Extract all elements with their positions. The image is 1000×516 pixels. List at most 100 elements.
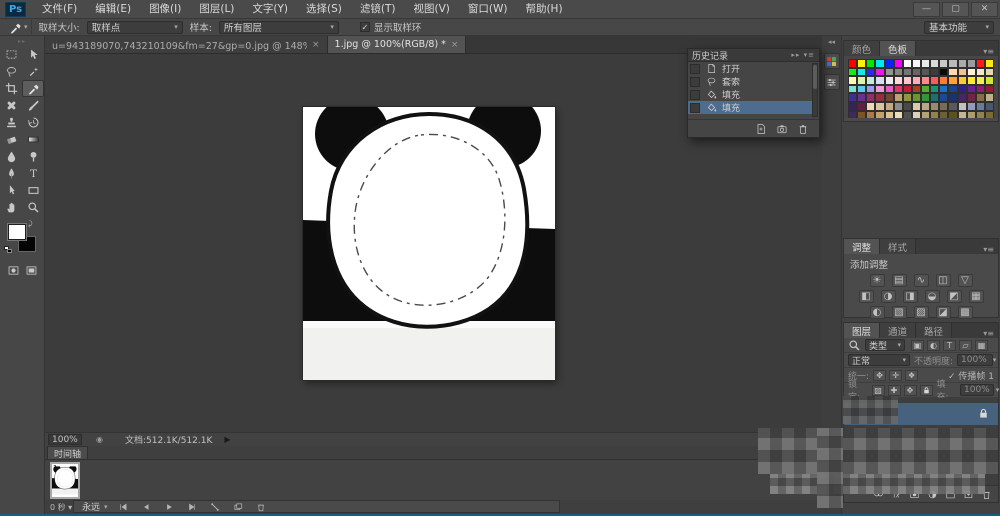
- swatch-#c2b892[interactable]: [958, 111, 967, 118]
- swatch-#9c9c9c[interactable]: [967, 59, 976, 68]
- swatch-#c2c2c2[interactable]: [958, 102, 967, 111]
- tab-styles[interactable]: 样式: [880, 239, 916, 254]
- workspace-select[interactable]: 基本功能 ▾: [924, 21, 994, 34]
- maximize-button[interactable]: ▢: [942, 2, 969, 17]
- swatch-#949494[interactable]: [885, 68, 894, 77]
- blend-mode-select[interactable]: 正常 ▾: [848, 354, 910, 366]
- swatch-#ffc4cf[interactable]: [903, 76, 912, 85]
- tween-icon[interactable]: [210, 502, 220, 512]
- adjustment-icon-1-3[interactable]: ◒: [925, 290, 940, 303]
- swatch-#704830[interactable]: [885, 93, 894, 102]
- move-tool[interactable]: [22, 46, 44, 63]
- snapshot-icon[interactable]: [776, 123, 788, 135]
- history-item-套索-1[interactable]: 套索: [688, 75, 812, 88]
- foreground-color-swatch[interactable]: [8, 224, 26, 240]
- swatch-#edc390[interactable]: [958, 68, 967, 77]
- swatch-#482470[interactable]: [958, 93, 967, 102]
- swatch-#858585[interactable]: [894, 68, 903, 77]
- timeline-tab[interactable]: 时间轴: [47, 446, 88, 459]
- opacity-field[interactable]: 100% ▾: [957, 354, 993, 366]
- adjustment-icon-1-2[interactable]: ◨: [903, 290, 918, 303]
- swatch-#6b2e94[interactable]: [857, 93, 866, 102]
- tab-color[interactable]: 颜色: [844, 41, 880, 56]
- adjustment-icon-1-5[interactable]: ▦: [969, 290, 984, 303]
- menu-item-4[interactable]: 文字(Y): [243, 0, 297, 18]
- swatch-#8a6b48[interactable]: [976, 93, 985, 102]
- swatch-#ec9cd6[interactable]: [875, 85, 884, 94]
- clone-stamp-tool[interactable]: [0, 114, 22, 131]
- tab-layers[interactable]: 图层: [844, 323, 880, 338]
- swatch-#f5e8c9[interactable]: [976, 68, 985, 77]
- swatch-#1d7070[interactable]: [930, 93, 939, 102]
- dodge-tool[interactable]: [22, 148, 44, 165]
- swatch-#fff3d6[interactable]: [967, 68, 976, 77]
- swatch-#ffffff[interactable]: [903, 59, 912, 68]
- swatch-#59a833[interactable]: [921, 85, 930, 94]
- unify-icon-0[interactable]: ✥: [873, 370, 886, 381]
- collapse-panel-icon[interactable]: ▸▸ ▾≡: [791, 51, 815, 59]
- swatch-#942e6b[interactable]: [866, 93, 875, 102]
- tab-paths[interactable]: 路径: [916, 323, 952, 338]
- status-arrow-icon[interactable]: ▶: [224, 435, 230, 444]
- next-frame-icon[interactable]: [187, 502, 197, 512]
- shape-tool[interactable]: [22, 182, 44, 199]
- adjustment-icon-1-1[interactable]: ◑: [881, 290, 896, 303]
- layer-filter-icon-3[interactable]: ▱: [959, 340, 972, 351]
- swatch-#ff5959[interactable]: [930, 76, 939, 85]
- tab-adjustments[interactable]: 调整: [844, 239, 880, 254]
- swatch-#d9cca8[interactable]: [912, 102, 921, 111]
- swatch-#402a5c[interactable]: [848, 111, 857, 118]
- new-doc-icon[interactable]: [755, 123, 767, 135]
- swatch-#6b1d91[interactable]: [967, 85, 976, 94]
- swatch-#8c8c8c[interactable]: [894, 102, 903, 111]
- swatch-#6b9433[interactable]: [912, 93, 921, 102]
- panel-menu-icon[interactable]: ▾≡: [983, 47, 998, 56]
- play-icon[interactable]: [164, 502, 174, 512]
- history-item-打开-0[interactable]: 打开: [688, 62, 812, 75]
- tools-panel-grip[interactable]: ▸▸: [0, 36, 44, 46]
- swatch-#0b24f5[interactable]: [885, 59, 894, 68]
- swatch-#ffabbc[interactable]: [912, 76, 921, 85]
- swatch-#00e800[interactable]: [866, 59, 875, 68]
- adjustment-icon-0-1[interactable]: ▤: [892, 274, 907, 287]
- layer-filter-icon-2[interactable]: T: [943, 340, 956, 351]
- swatch-#2a2af5[interactable]: [866, 68, 875, 77]
- duplicate-frame-icon[interactable]: [233, 502, 243, 512]
- swatch-#33943d[interactable]: [921, 93, 930, 102]
- swatch-#595959[interactable]: [948, 102, 957, 111]
- layer-filter-icon-0[interactable]: ▣: [911, 340, 924, 351]
- show-sampling-ring-checkbox[interactable]: ✓: [360, 22, 370, 32]
- swatch-#f500f5[interactable]: [894, 59, 903, 68]
- path-selection-tool[interactable]: [0, 182, 22, 199]
- menu-item-6[interactable]: 滤镜(T): [351, 0, 405, 18]
- prev-frame-icon[interactable]: [141, 502, 151, 512]
- swatch-#942e40[interactable]: [875, 93, 884, 102]
- swatch-#612040[interactable]: [857, 102, 866, 111]
- history-snapshot-box[interactable]: [690, 64, 700, 74]
- swatch-#ff1a1a[interactable]: [976, 59, 985, 68]
- frame-delay-select[interactable]: 0 秒 ▾: [50, 502, 72, 513]
- menu-item-8[interactable]: 窗口(W): [459, 0, 517, 18]
- adjustment-icon-1-0[interactable]: ◧: [859, 290, 874, 303]
- swatch-#ff0000[interactable]: [848, 59, 857, 68]
- swatch-#e03369[interactable]: [894, 85, 903, 94]
- swatch-#ffa433[interactable]: [948, 76, 957, 85]
- swatch-#7a6b54[interactable]: [939, 102, 948, 111]
- swatch-#ffd9dc[interactable]: [894, 76, 903, 85]
- gradient-tool[interactable]: [22, 131, 44, 148]
- swatch-#4a4a4a[interactable]: [903, 102, 912, 111]
- swatch-#1d9170[interactable]: [930, 85, 939, 94]
- swatch-#f7f7f7[interactable]: [912, 59, 921, 68]
- swatch-#a8401d[interactable]: [912, 85, 921, 94]
- swatch-#6b7a9c[interactable]: [976, 102, 985, 111]
- swatch-#dbf2b0[interactable]: [857, 76, 866, 85]
- default-colors-icon[interactable]: [4, 246, 13, 254]
- swatch-#ffe81a[interactable]: [985, 59, 994, 68]
- swatch-#666666[interactable]: [912, 68, 921, 77]
- swatch-#e8d6b0[interactable]: [985, 68, 994, 77]
- swatch-#1ae8e8[interactable]: [857, 68, 866, 77]
- swatch-#d6e0ee[interactable]: [875, 76, 884, 85]
- fill-field[interactable]: 100% ▾: [960, 384, 994, 396]
- swatch-#ff7d33[interactable]: [939, 76, 948, 85]
- swatch-#d9c290[interactable]: [885, 111, 894, 118]
